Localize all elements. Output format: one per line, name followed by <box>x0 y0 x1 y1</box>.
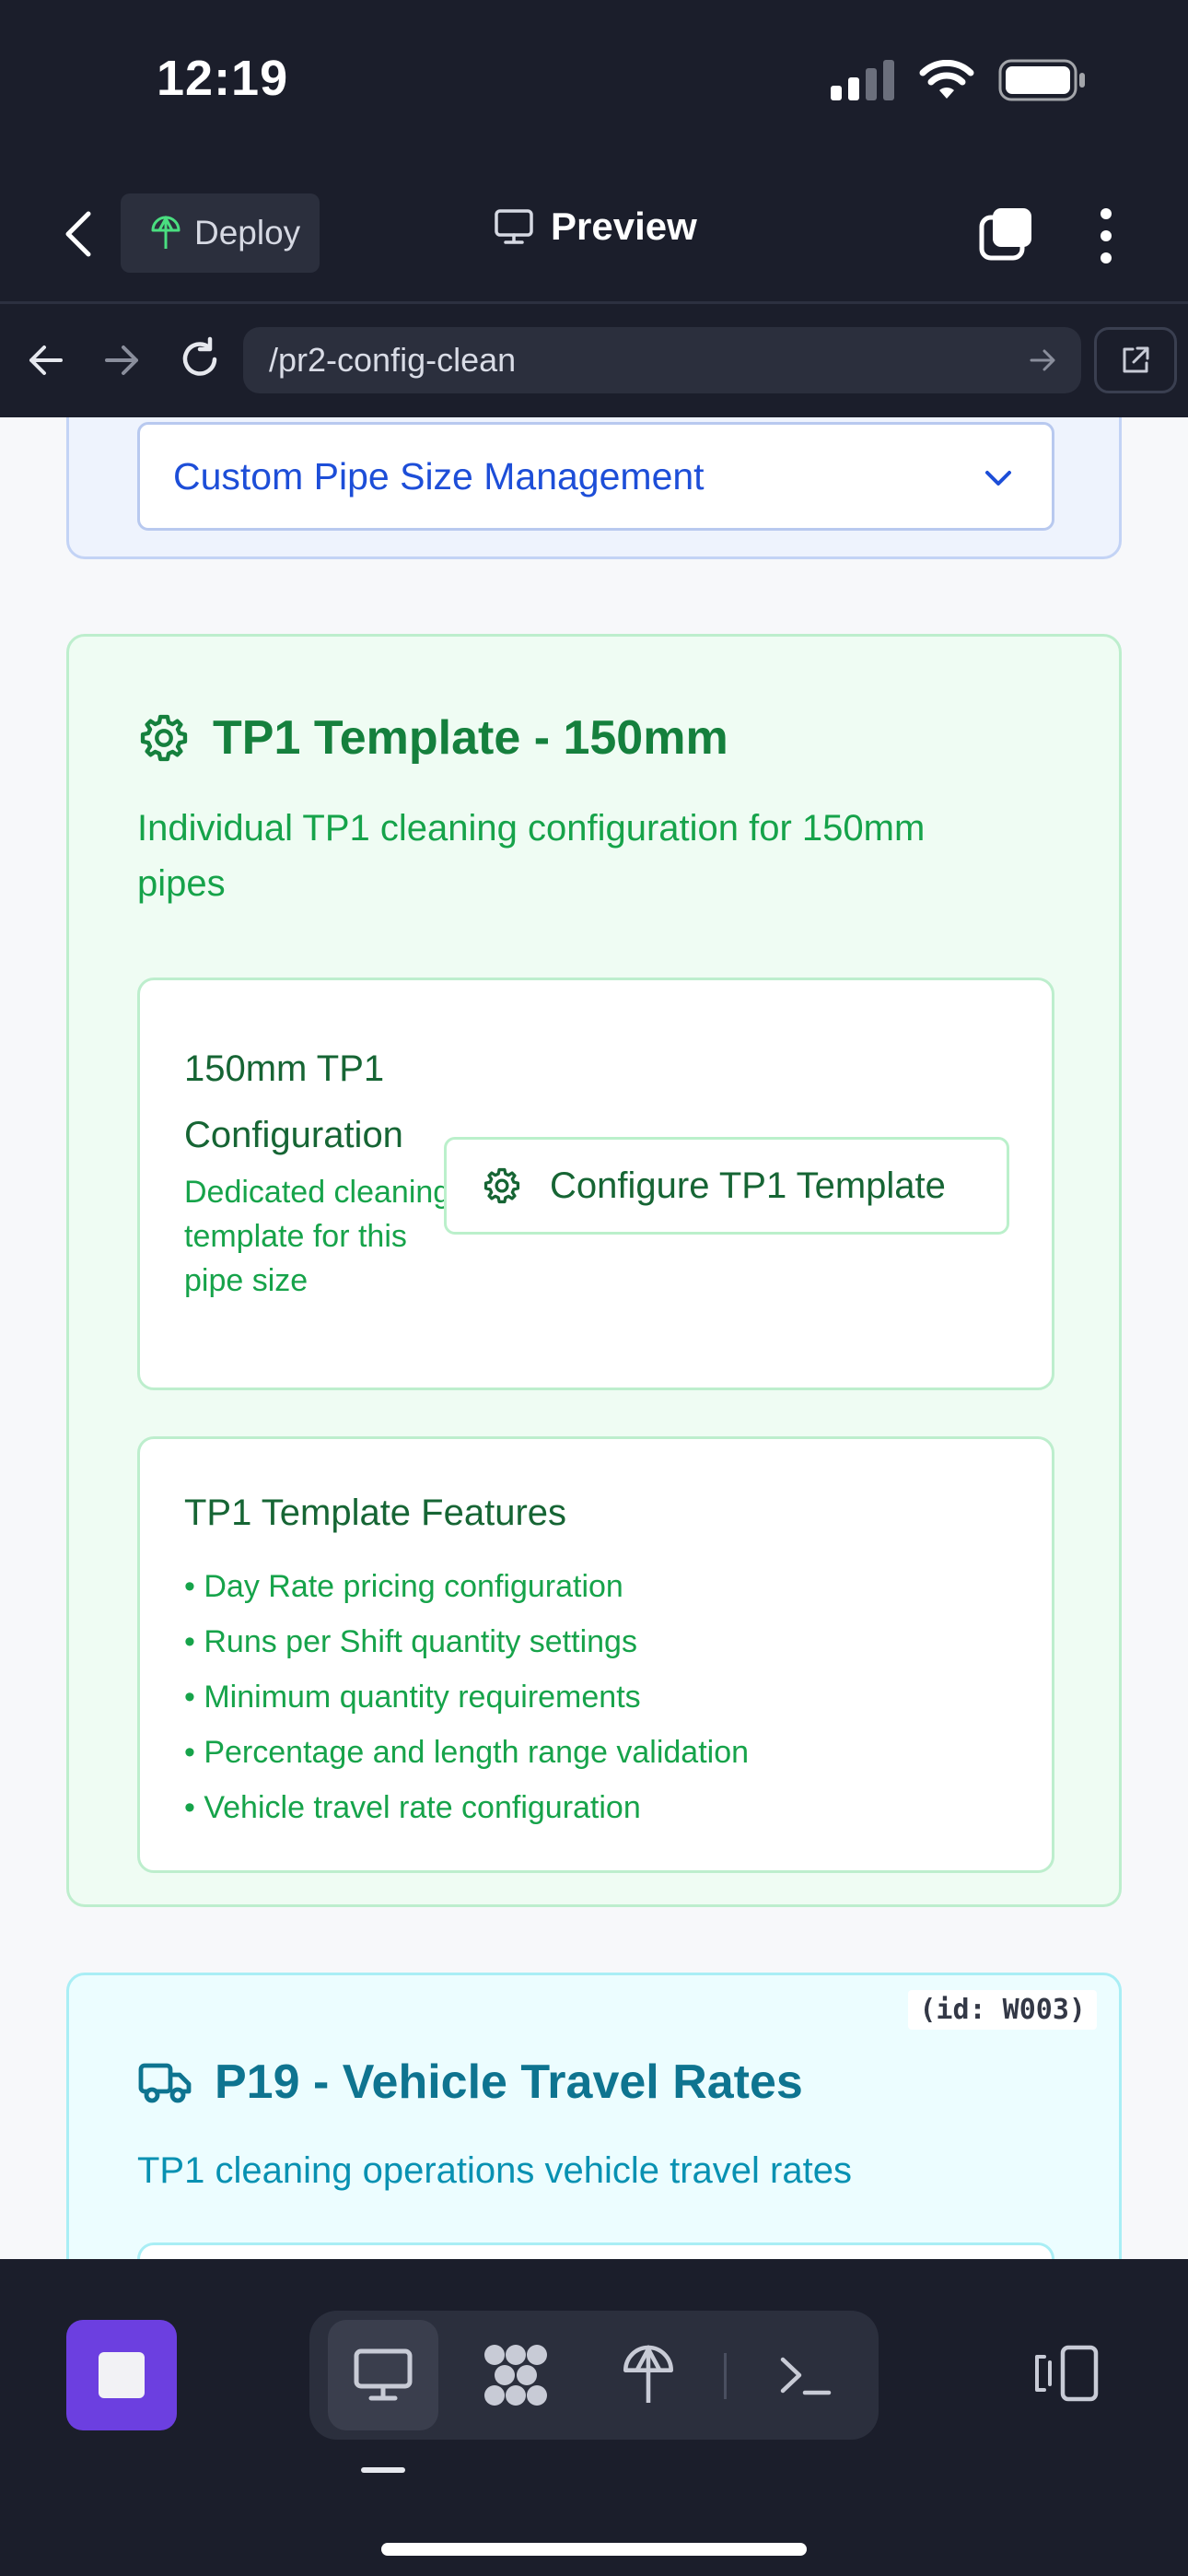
tp1-config-subtitle: Dedicated cleaning template for this pip… <box>184 1175 451 1298</box>
tool-group <box>309 2311 879 2440</box>
url-field[interactable]: /pr2-config-clean <box>243 327 1081 393</box>
stop-icon <box>99 2352 145 2398</box>
feature-item: • Runs per Shift quantity settings <box>184 1624 637 1659</box>
monitor-icon <box>354 2348 413 2401</box>
toolbar-divider <box>724 2353 727 2399</box>
home-indicator <box>381 2543 807 2556</box>
status-bar: 12:19 <box>0 0 1188 166</box>
deploy-button[interactable]: Deploy <box>121 193 320 273</box>
tp1-config-title: 150mm TP1 Configuration <box>184 1048 403 1155</box>
agents-icon <box>484 2345 547 2406</box>
configure-tp1-label: Configure TP1 Template <box>550 1165 946 1206</box>
battery-icon <box>998 59 1085 101</box>
tp1-card-description: Individual TP1 cleaning configuration fo… <box>137 808 926 904</box>
tp1-features-box: TP1 Template Features • Day Rate pricing… <box>137 1436 1054 1873</box>
p19-inner-box <box>137 2242 1054 2259</box>
devices-icon[interactable] <box>1033 2344 1100 2403</box>
pipe-size-select-value: Custom Pipe Size Management <box>173 454 705 498</box>
pipe-size-card: Custom Pipe Size Management <box>66 417 1122 559</box>
features-title: TP1 Template Features <box>184 1493 567 1533</box>
open-external-icon <box>1123 346 1149 373</box>
wifi-icon <box>919 60 974 99</box>
feature-item: • Vehicle travel rate configuration <box>184 1790 641 1825</box>
status-icons <box>831 59 1087 101</box>
tp1-config-box: 150mm TP1 Configuration Dedicated cleani… <box>137 978 1054 1390</box>
p19-card-header: P19 - Vehicle Travel Rates <box>137 2055 803 2110</box>
terminal-icon <box>780 2357 832 2395</box>
deploy-label: Deploy <box>194 214 301 252</box>
deploy-icon <box>151 216 181 249</box>
tabs-icon[interactable] <box>978 206 1033 262</box>
reload-icon[interactable] <box>177 336 223 382</box>
gear-icon <box>483 1167 520 1204</box>
chevron-down-icon <box>985 471 1011 486</box>
nav-forward-icon[interactable] <box>101 340 142 381</box>
tool-preview[interactable] <box>328 2320 438 2430</box>
active-tab-indicator <box>361 2467 405 2473</box>
tp1-card-title: TP1 Template - 150mm <box>213 711 728 765</box>
feature-item: • Minimum quantity requirements <box>184 1680 641 1715</box>
p19-card-title: P19 - Vehicle Travel Rates <box>215 2055 803 2109</box>
truck-icon <box>138 2063 192 2103</box>
bottom-toolbar <box>0 2259 1188 2576</box>
monitor-icon <box>495 209 533 244</box>
tp1-template-card: TP1 Template - 150mm Individual TP1 clea… <box>66 634 1122 1907</box>
tool-agents[interactable] <box>460 2320 571 2430</box>
back-icon[interactable] <box>55 206 101 262</box>
pipe-size-select[interactable]: Custom Pipe Size Management <box>137 422 1054 531</box>
nav-back-icon[interactable] <box>26 340 66 381</box>
tp1-card-header: TP1 Template - 150mm <box>137 710 728 766</box>
id-tag: (id: W003) <box>908 1990 1097 2030</box>
more-icon[interactable] <box>1092 206 1120 265</box>
stop-button[interactable] <box>66 2320 177 2430</box>
p19-vehicle-card: (id: W003) P19 - Vehicle Travel Rates TP… <box>66 1973 1122 2259</box>
page-content: Custom Pipe Size Management TP1 Template… <box>0 417 1188 2259</box>
feature-item: • Day Rate pricing configuration <box>184 1569 623 1604</box>
configure-tp1-button[interactable]: Configure TP1 Template <box>444 1137 1009 1235</box>
tool-terminal[interactable] <box>750 2320 860 2430</box>
status-time: 12:19 <box>157 51 289 106</box>
p19-card-description: TP1 cleaning operations vehicle travel r… <box>137 2150 852 2191</box>
deploy-icon <box>623 2344 673 2403</box>
gear-icon <box>140 714 188 762</box>
tool-deploy[interactable] <box>593 2320 704 2430</box>
features-list: • Day Rate pricing configuration • Runs … <box>184 1559 749 1835</box>
go-icon[interactable] <box>1028 345 1057 375</box>
app-header: Deploy Preview <box>0 166 1188 304</box>
open-external-button[interactable] <box>1094 327 1177 393</box>
preview-title: Preview <box>494 205 697 249</box>
url-text: /pr2-config-clean <box>269 341 517 379</box>
url-bar: /pr2-config-clean <box>0 307 1188 417</box>
feature-item: • Percentage and length range validation <box>184 1735 750 1770</box>
signal-icon <box>831 60 894 100</box>
preview-label: Preview <box>551 205 697 248</box>
